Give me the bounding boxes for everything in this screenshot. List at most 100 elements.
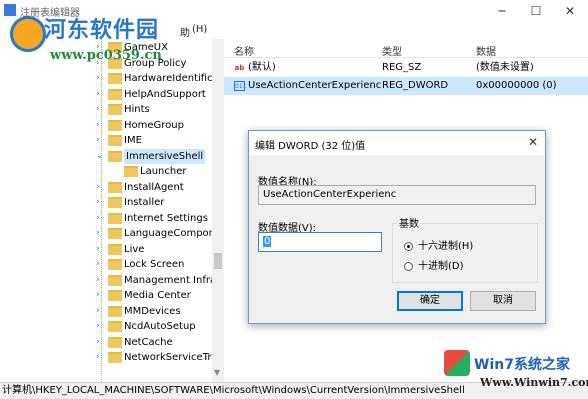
regedit-app-icon <box>4 4 16 16</box>
chevron-right-icon[interactable]: › <box>96 102 100 117</box>
value-row-default[interactable]: ab (默认) REG_SZ (数值未设置) <box>224 59 588 77</box>
chevron-right-icon[interactable]: › <box>96 71 100 86</box>
folder-icon <box>108 150 122 162</box>
radio-decimal-dot[interactable] <box>404 262 413 271</box>
radio-hex-dot[interactable] <box>404 242 413 251</box>
column-header-name[interactable]: 名称 <box>234 43 254 58</box>
chevron-right-icon[interactable]: › <box>96 273 100 288</box>
window-title: 注册表编辑器 <box>20 8 80 19</box>
menu-bar: 助 (H) <box>0 22 588 39</box>
chevron-right-icon[interactable]: › <box>96 319 100 334</box>
tree-item-label: NetCache <box>124 336 173 348</box>
value-name: UseActionCenterExperienc <box>248 80 382 91</box>
value-name-field: UseActionCenterExperienc <box>258 185 536 205</box>
value-data-input[interactable]: 0 <box>258 232 382 252</box>
tree-item-label: Management Infras <box>124 274 212 286</box>
tree-scrollbar-thumb[interactable] <box>214 253 222 269</box>
chevron-right-icon[interactable]: › <box>96 335 100 350</box>
column-header-type[interactable]: 类型 <box>382 43 402 58</box>
tree-item-label: Launcher <box>140 166 187 177</box>
tree-item-label: Lock Screen <box>124 259 185 270</box>
radio-decimal-label[interactable]: 十进制(D) <box>418 260 464 274</box>
chevron-right-icon[interactable]: › <box>96 226 100 241</box>
folder-icon <box>108 119 122 131</box>
list-header: 名称 类型 数据 <box>224 39 588 58</box>
folder-icon <box>108 228 122 239</box>
tree-item-label: NcdAutoSetup <box>124 321 196 332</box>
folder-icon <box>108 212 122 224</box>
chevron-right-icon[interactable]: › <box>96 211 100 226</box>
folder-icon <box>108 336 122 348</box>
folder-icon <box>108 243 122 255</box>
tree-item-label: HomeGroup <box>124 119 184 131</box>
tree-item-label: ImmersiveShell <box>124 148 206 164</box>
tree-item-label: Internet Settings <box>124 212 208 224</box>
value-name-text: UseActionCenterExperienc <box>263 189 397 200</box>
folder-icon <box>108 42 122 53</box>
base-label: 基数 <box>397 215 421 230</box>
folder-icon <box>108 352 122 363</box>
folder-icon <box>108 181 122 193</box>
chevron-right-icon[interactable]: › <box>96 118 100 133</box>
string-value-icon: ab <box>234 64 245 72</box>
value-type: REG_SZ <box>382 62 422 73</box>
scroll-down-arrow-icon[interactable]: ▼ <box>214 368 220 377</box>
chevron-right-icon[interactable]: › <box>96 288 100 303</box>
registry-path: 计算机\HKEY_LOCAL_MACHINE\SOFTWARE\Microsof… <box>2 385 465 396</box>
tree-item-label: Group Policy <box>124 57 187 69</box>
edit-dword-dialog: 编辑 DWORD (32 位)值 ✕ 数值名称(N): UseActionCen… <box>248 130 546 324</box>
chevron-right-icon[interactable]: › <box>96 56 100 71</box>
column-header-data[interactable]: 数据 <box>476 43 496 58</box>
chevron-right-icon[interactable]: › <box>96 195 100 210</box>
tree-scrollbar[interactable]: ▼ <box>212 39 224 382</box>
tree-item-label: Live <box>124 243 145 255</box>
cancel-button[interactable]: 取消 <box>470 291 536 311</box>
chevron-right-icon[interactable]: › <box>96 87 100 102</box>
value-name: (默认) <box>248 62 276 73</box>
tree-item-label: NetworkServiceTrig <box>124 352 212 363</box>
radio-hex-label[interactable]: 十六进制(H) <box>418 240 473 254</box>
status-bar: 计算机\HKEY_LOCAL_MACHINE\SOFTWARE\Microsof… <box>0 382 588 399</box>
chevron-right-icon[interactable]: › <box>96 180 100 195</box>
folder-icon <box>124 166 138 177</box>
chevron-right-icon[interactable]: › <box>96 257 100 272</box>
value-type: REG_DWORD <box>382 80 449 91</box>
value-data-text: 0 <box>263 236 272 247</box>
chevron-right-icon[interactable]: › <box>96 242 100 257</box>
tree-guide-line <box>101 39 102 382</box>
tree-item-label: IME <box>124 135 142 146</box>
folder-icon <box>108 290 122 301</box>
folder-icon <box>108 88 122 100</box>
tree-item-label: InstallAgent <box>124 181 184 193</box>
minimize-button[interactable]: ─ <box>490 3 514 19</box>
chevron-right-icon[interactable]: › <box>96 350 100 365</box>
menu-help-hint: (H) <box>192 24 208 35</box>
folder-icon <box>108 259 122 270</box>
tree-item-label: Installer <box>124 197 165 208</box>
chevron-right-icon[interactable]: › <box>96 40 100 55</box>
close-button[interactable]: ✕ <box>558 3 582 19</box>
tree-item-label: LanguageCompone <box>124 228 212 239</box>
folder-icon <box>108 104 122 115</box>
folder-icon <box>108 57 122 69</box>
chevron-down-icon[interactable]: ⌄ <box>96 149 104 164</box>
tree-item-label: HardwareIdentificat <box>124 73 212 84</box>
value-row-useactioncenter[interactable]: 011 UseActionCenterExperienc REG_DWORD 0… <box>224 77 588 95</box>
value-data: (数值未设置) <box>476 62 534 73</box>
ok-button[interactable]: 确定 <box>397 291 463 311</box>
folder-icon <box>108 73 122 84</box>
registry-key-tree[interactable]: › GameUX › Group Policy › HardwareIdentificat… <box>0 39 212 382</box>
maximize-button[interactable]: ☐ <box>524 3 548 19</box>
dialog-body: 数值名称(N): UseActionCenterExperienc 数值数据(V… <box>249 155 545 323</box>
folder-icon <box>108 197 122 208</box>
menu-help[interactable]: 助 <box>180 24 190 39</box>
folder-icon <box>108 321 122 332</box>
chevron-right-icon[interactable]: › <box>96 304 100 319</box>
tree-item-label: HelpAndSupport <box>124 88 206 100</box>
title-bar: 注册表编辑器 ─ ☐ ✕ <box>0 0 588 22</box>
chevron-right-icon[interactable]: › <box>96 133 100 148</box>
value-data: 0x00000000 (0) <box>476 80 557 91</box>
dialog-close-icon[interactable]: ✕ <box>527 135 539 149</box>
dword-value-icon: 011 <box>234 81 247 91</box>
tree-item-label: GameUX <box>124 42 168 53</box>
